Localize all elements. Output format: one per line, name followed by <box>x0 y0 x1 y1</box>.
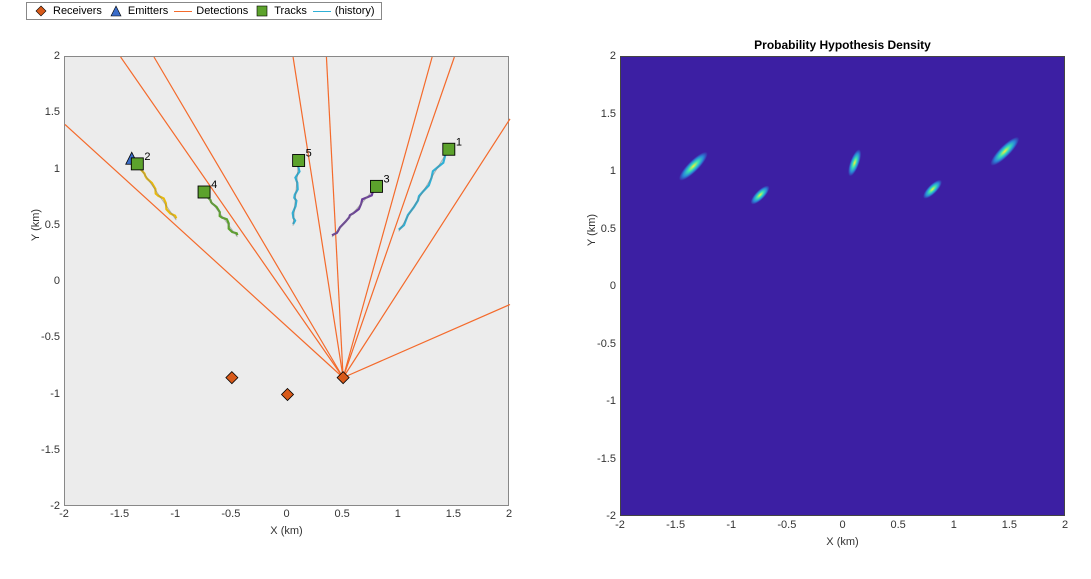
legend-label: Tracks <box>274 5 307 17</box>
y-tick: 0.5 <box>26 219 60 231</box>
x-tick: 0 <box>833 519 853 531</box>
x-tick: 1 <box>388 508 408 520</box>
diamond-icon <box>33 5 49 17</box>
svg-text:4: 4 <box>211 179 217 191</box>
x-tick: -1.5 <box>110 508 130 520</box>
x-tick: 2 <box>1055 519 1075 531</box>
x-tick: -1.5 <box>666 519 686 531</box>
y-tick: 1 <box>26 163 60 175</box>
x-tick: 0.5 <box>332 508 352 520</box>
legend-item-tracks: Tracks <box>254 5 307 17</box>
y-tick: 0 <box>582 280 616 292</box>
y-tick: -0.5 <box>26 331 60 343</box>
legend-item-history: (history) <box>313 5 375 17</box>
legend: Receivers Emitters Detections Tracks (hi… <box>26 2 382 20</box>
svg-text:3: 3 <box>384 173 390 185</box>
y-tick: 0.5 <box>582 223 616 235</box>
y-tick: -1.5 <box>582 453 616 465</box>
y-tick: -2 <box>26 500 60 512</box>
x-tick: -1 <box>165 508 185 520</box>
y-tick: -1.5 <box>26 444 60 456</box>
y-tick: -1 <box>582 395 616 407</box>
right-plot-title: Probability Hypothesis Density <box>620 38 1065 52</box>
y-tick: 2 <box>26 50 60 62</box>
line-icon <box>174 11 192 12</box>
legend-label: (history) <box>335 5 375 17</box>
svg-text:5: 5 <box>306 148 312 160</box>
line-icon <box>313 11 331 12</box>
legend-item-detections: Detections <box>174 5 248 17</box>
legend-item-emitters: Emitters <box>108 5 168 17</box>
legend-label: Detections <box>196 5 248 17</box>
x-axis-label: X (km) <box>64 525 509 537</box>
x-tick: -1 <box>721 519 741 531</box>
x-tick: 0 <box>277 508 297 520</box>
y-tick: -0.5 <box>582 338 616 350</box>
svg-text:2: 2 <box>144 151 150 163</box>
square-icon <box>254 5 270 17</box>
tracks-plot: 1 2 3 4 5 <box>64 56 509 506</box>
y-tick: 1.5 <box>582 108 616 120</box>
y-tick: 1.5 <box>26 106 60 118</box>
y-tick: -2 <box>582 510 616 522</box>
x-tick: -0.5 <box>221 508 241 520</box>
legend-label: Emitters <box>128 5 168 17</box>
x-tick: 1 <box>944 519 964 531</box>
y-tick: 0 <box>26 275 60 287</box>
x-axis-label: X (km) <box>620 536 1065 548</box>
legend-label: Receivers <box>53 5 102 17</box>
svg-text:1: 1 <box>456 136 462 148</box>
x-tick: 1.5 <box>999 519 1019 531</box>
triangle-icon <box>108 5 124 17</box>
x-tick: 0.5 <box>888 519 908 531</box>
y-tick: 2 <box>582 50 616 62</box>
phd-heatmap <box>620 56 1065 516</box>
legend-item-receivers: Receivers <box>33 5 102 17</box>
y-tick: -1 <box>26 388 60 400</box>
x-tick: 1.5 <box>443 508 463 520</box>
x-tick: 2 <box>499 508 519 520</box>
x-tick: -0.5 <box>777 519 797 531</box>
y-tick: 1 <box>582 165 616 177</box>
